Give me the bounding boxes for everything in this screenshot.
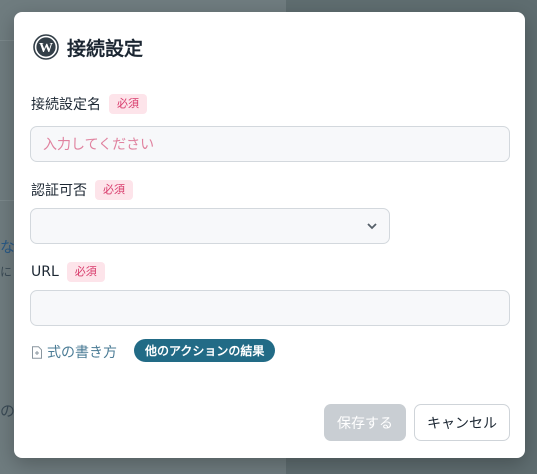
svg-text:W: W [39,41,53,56]
required-badge: 必須 [95,180,133,200]
cancel-button[interactable]: キャンセル [414,404,510,441]
wordpress-icon: W [33,34,59,60]
save-button[interactable]: 保存する [324,404,406,441]
background-divider [0,200,14,201]
url-input[interactable] [30,290,510,326]
required-badge: 必須 [66,262,105,282]
connection-settings-dialog: W 接続設定 接続設定名 必須 入力してください 認証可否 必須 URL 必須 … [14,12,525,458]
document-icon [32,345,42,359]
background-text: に [0,265,13,279]
background-text: な [0,238,16,256]
connection-name-label: 接続設定名 必須 [31,94,147,114]
connection-name-placeholder: 入力してください [43,137,155,153]
other-action-results-button[interactable]: 他のアクションの結果 [134,339,276,362]
required-badge: 必須 [109,94,147,114]
formula-help-text: 式の書き方 [47,345,117,361]
dialog-header: W 接続設定 [33,33,143,61]
auth-select[interactable] [30,208,390,244]
chevron-down-icon [367,223,377,230]
connection-name-input[interactable]: 入力してください [30,126,510,162]
auth-label: 認証可否 必須 [31,180,133,200]
url-label: URL 必須 [31,262,105,282]
dialog-title: 接続設定 [67,37,144,60]
formula-help-link[interactable]: 式の書き方 [31,342,117,362]
url-label-text: URL [31,264,59,280]
auth-label-text: 認証可否 [31,183,87,199]
connection-name-label-text: 接続設定名 [31,97,101,113]
